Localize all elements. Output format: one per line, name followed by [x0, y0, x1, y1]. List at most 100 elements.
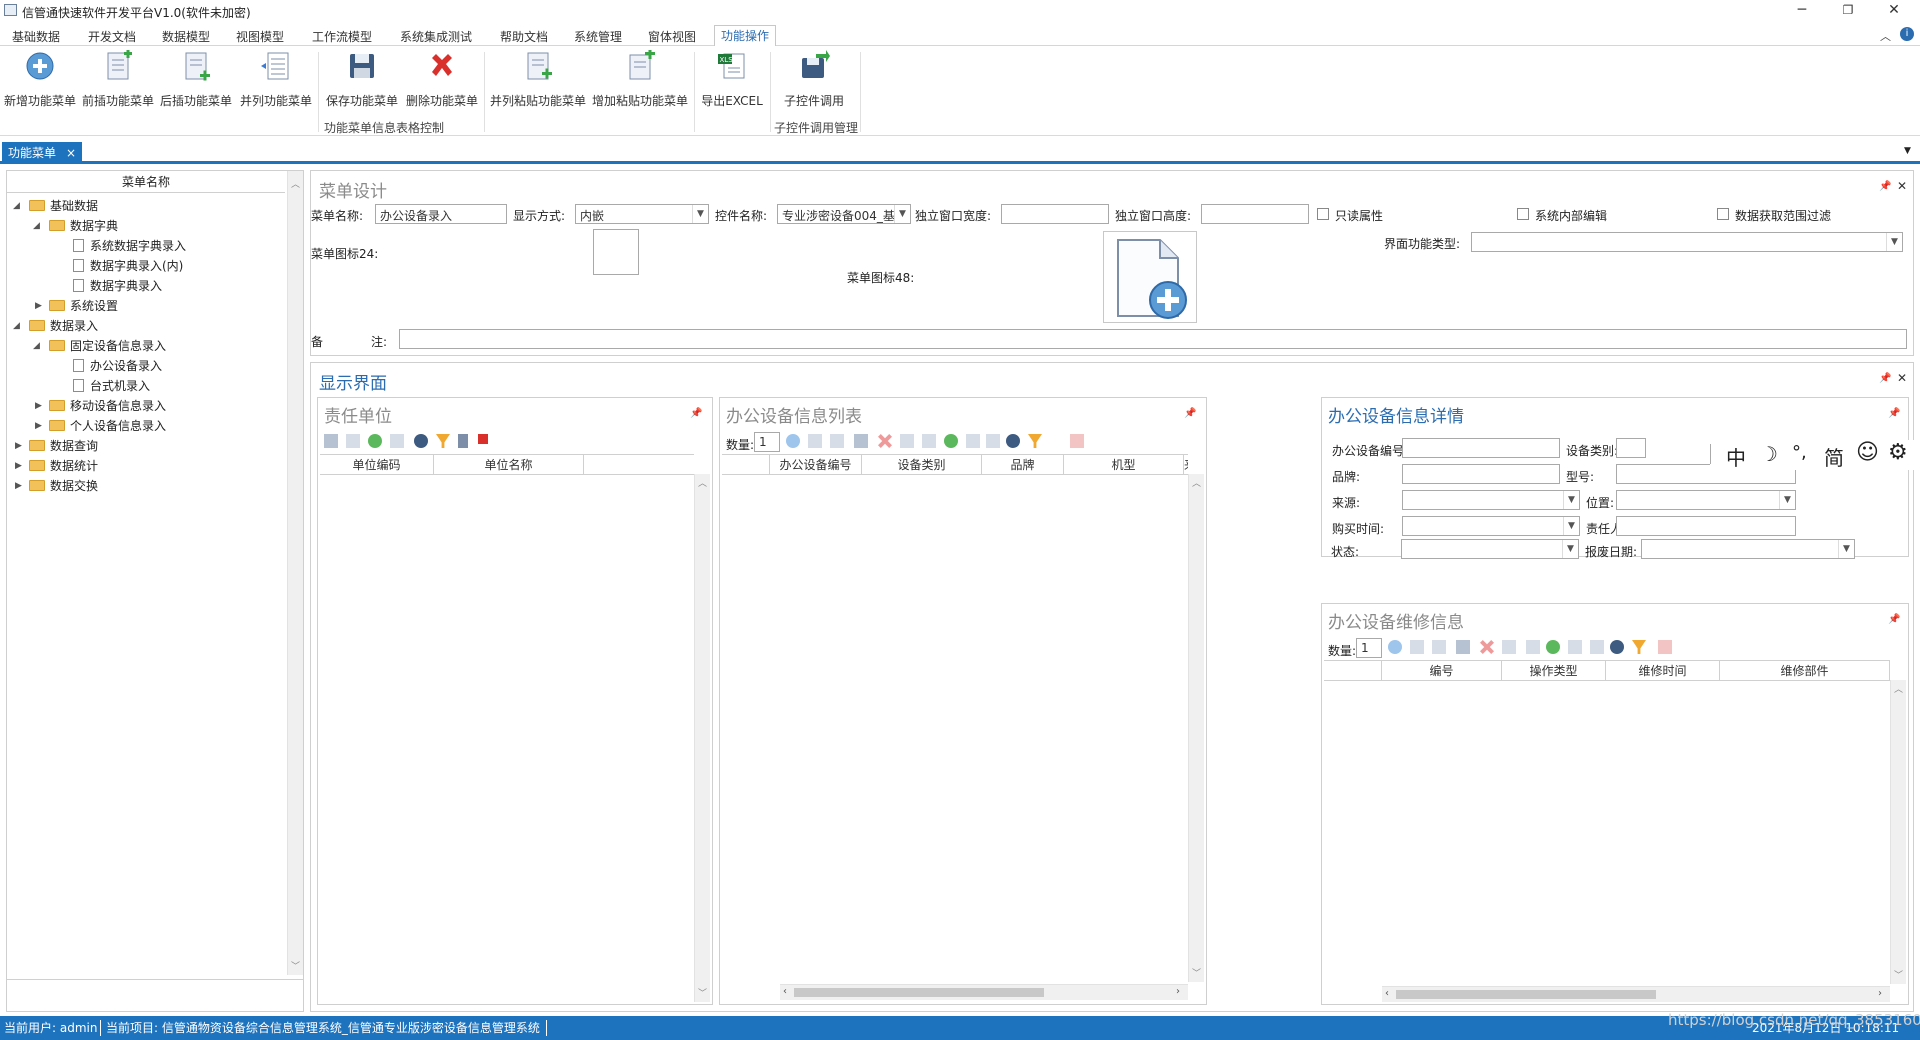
delete-menu-button[interactable]: 删除功能菜单: [404, 50, 480, 109]
insert-after-button[interactable]: 后插功能菜单: [160, 50, 232, 109]
icon24-box[interactable]: [593, 229, 639, 275]
repair-vscroll[interactable]: ︿ ﹀: [1890, 680, 1906, 984]
binoculars-icon[interactable]: [1610, 640, 1624, 654]
info-icon[interactable]: i: [1900, 27, 1914, 41]
menu-tab-dev-docs[interactable]: 开发文档: [82, 27, 142, 46]
tree-node-dict-entry-inner[interactable]: 数据字典录入(内): [73, 257, 183, 275]
ime-emoji-icon[interactable]: ☺: [1856, 440, 1879, 465]
remark-input[interactable]: [399, 329, 1907, 349]
tree-node-sys-settings[interactable]: ▶ 系统设置: [33, 297, 118, 315]
col-op-type[interactable]: 操作类型: [1502, 661, 1606, 681]
internal-edit-checkbox[interactable]: [1517, 208, 1529, 220]
save-menu-button[interactable]: 保存功能菜单: [324, 50, 400, 109]
tree-node-personal-device[interactable]: ▶ 个人设备信息录入: [33, 417, 166, 435]
insert-before-button[interactable]: 前插功能菜单: [82, 50, 154, 109]
duplicate-icon[interactable]: [966, 434, 980, 448]
tree-node-fixed-device[interactable]: ◢ 固定设备信息录入: [33, 337, 166, 355]
filter-icon[interactable]: [1632, 640, 1646, 654]
close-tab-icon[interactable]: ×: [66, 142, 76, 164]
menu-tab-form-view[interactable]: 窗体视图: [642, 27, 702, 46]
minimize-button[interactable]: ─: [1780, 0, 1824, 22]
save-icon[interactable]: [854, 434, 868, 448]
col-category[interactable]: 设备类别: [862, 455, 982, 475]
tree-node-data-query[interactable]: ▶ 数据查询: [13, 437, 98, 455]
refresh-icon[interactable]: [368, 434, 382, 448]
tree-node-sys-dict-entry[interactable]: 系统数据字典录入: [73, 237, 186, 255]
duplicate-icon[interactable]: [390, 434, 404, 448]
export-excel-button[interactable]: XLS 导出EXCEL: [698, 50, 766, 109]
add-circle-icon[interactable]: [1388, 640, 1402, 654]
subcontrol-call-button[interactable]: 子控件调用: [776, 50, 852, 109]
repair-hscroll-thumb[interactable]: [1396, 990, 1656, 999]
range-filter-checkbox[interactable]: [1717, 208, 1729, 220]
export-icon[interactable]: [1070, 434, 1084, 448]
insert-after-icon[interactable]: [1432, 640, 1446, 654]
collapse-ribbon-icon[interactable]: ︿: [1880, 28, 1891, 44]
copy-icon[interactable]: [900, 434, 914, 448]
menu-tab-view-model[interactable]: 视图模型: [230, 27, 290, 46]
close-panel-icon[interactable]: ✕: [1897, 179, 1907, 193]
pin-icon[interactable]: 📌: [1888, 614, 1900, 625]
col-source[interactable]: 来源: [1184, 455, 1188, 475]
display-mode-select[interactable]: 内嵌 ▼: [575, 204, 709, 224]
col-unit-name[interactable]: 单位名称: [434, 455, 584, 475]
list-hscroll-thumb[interactable]: [794, 988, 1044, 997]
brand-input[interactable]: [1402, 464, 1560, 484]
func-type-select[interactable]: ▼: [1471, 232, 1903, 252]
col-brand[interactable]: 品牌: [982, 455, 1064, 475]
tab-function-menu[interactable]: 功能菜单 ×: [2, 142, 82, 164]
list-vscroll[interactable]: ︿ ﹀: [1188, 474, 1204, 982]
restore-button[interactable]: ❐: [1826, 0, 1870, 22]
purchase-time-picker[interactable]: ▼: [1402, 516, 1580, 536]
ime-halfwidth-icon[interactable]: ☽: [1760, 442, 1778, 466]
save-icon[interactable]: [324, 434, 338, 448]
list-hscroll[interactable]: ‹ ›: [780, 984, 1188, 1000]
tree-node-mobile-device[interactable]: ▶ 移动设备信息录入: [33, 397, 166, 415]
tree-node-data-dict[interactable]: ◢ 数据字典: [33, 217, 118, 235]
control-name-select[interactable]: 专业涉密设备004_基 ▼: [777, 204, 911, 224]
menu-tab-system[interactable]: 系统管理: [568, 27, 628, 46]
ime-simplified-icon[interactable]: 简: [1824, 442, 1844, 471]
clipboard-icon[interactable]: [986, 434, 1000, 448]
tab-dropdown-icon[interactable]: ▼: [1904, 146, 1911, 156]
refresh-icon[interactable]: [944, 434, 958, 448]
equip-no-input[interactable]: [1402, 438, 1560, 458]
menu-tab-data-model[interactable]: 数据模型: [156, 27, 216, 46]
copy-icon[interactable]: [1502, 640, 1516, 654]
refresh-icon[interactable]: [1546, 640, 1560, 654]
tree-node-data-stats[interactable]: ▶ 数据统计: [13, 457, 98, 475]
export-icon[interactable]: [1658, 640, 1672, 654]
insert-before-icon[interactable]: [1410, 640, 1424, 654]
filter-icon[interactable]: [436, 434, 450, 448]
unit-vscroll[interactable]: ︿ ﹀: [694, 474, 710, 1002]
add-circle-icon[interactable]: [786, 434, 800, 448]
menu-tab-workflow[interactable]: 工作流模型: [306, 27, 378, 46]
insert-before-icon[interactable]: [808, 434, 822, 448]
pin-icon[interactable]: 📌: [1879, 373, 1891, 384]
menu-tab-integration-test[interactable]: 系统集成测试: [394, 27, 478, 46]
save-icon[interactable]: [1456, 640, 1470, 654]
scrap-date-picker[interactable]: ▼: [1641, 539, 1855, 559]
col-equip-no[interactable]: 办公设备编号: [770, 455, 862, 475]
window-height-input[interactable]: [1201, 204, 1309, 224]
location-select[interactable]: ▼: [1616, 490, 1796, 510]
paste-icon[interactable]: [922, 434, 936, 448]
repair-hscroll[interactable]: ‹ ›: [1382, 986, 1890, 1002]
delete-x-icon[interactable]: [878, 434, 892, 448]
ime-punctuation-icon[interactable]: °,: [1792, 442, 1807, 463]
count-input[interactable]: 1: [754, 432, 780, 452]
clipboard-icon[interactable]: [1590, 640, 1604, 654]
tree-node-basic-data[interactable]: ◢ 基础数据: [13, 197, 98, 215]
delete-x-icon[interactable]: [1480, 640, 1494, 654]
owner-input[interactable]: [1616, 516, 1796, 536]
pin-icon[interactable]: 📌: [1879, 181, 1891, 192]
paste-icon[interactable]: [1526, 640, 1540, 654]
insert-after-icon[interactable]: [830, 434, 844, 448]
col-repair-time[interactable]: 维修时间: [1606, 661, 1720, 681]
tree-vscroll[interactable]: ︿ ﹀: [287, 171, 303, 975]
filter-icon[interactable]: [1028, 434, 1042, 448]
tree-node-dict-entry[interactable]: 数据字典录入: [73, 277, 162, 295]
close-window-button[interactable]: ✕: [1872, 0, 1916, 22]
tree-collapse-icon[interactable]: [478, 434, 488, 444]
menu-tab-function-ops[interactable]: 功能操作: [714, 25, 777, 47]
